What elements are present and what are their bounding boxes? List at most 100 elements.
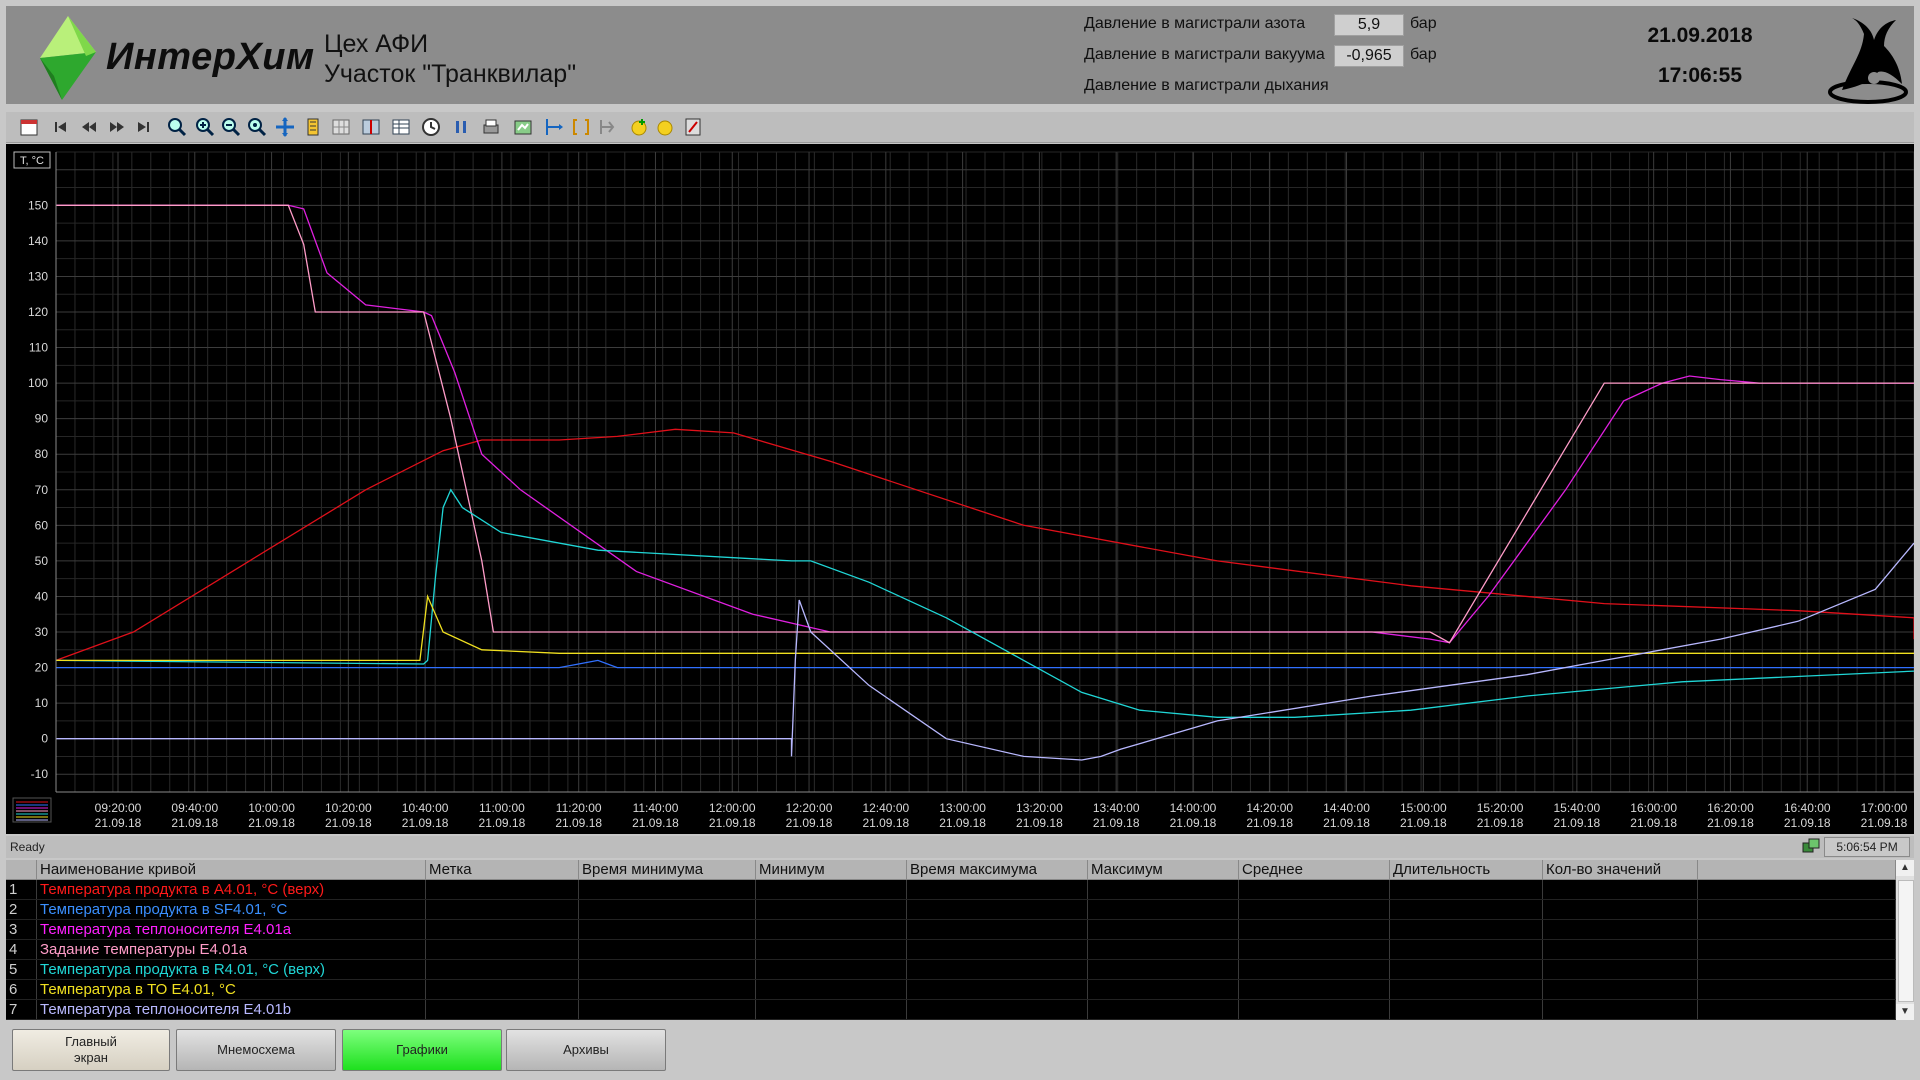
row-index: 2	[6, 899, 37, 920]
stat-cell	[1087, 999, 1239, 1020]
mnemonic-scheme-button[interactable]: Мнемосхема	[176, 1029, 336, 1071]
stat-cell	[1238, 959, 1390, 980]
zoom-in-icon[interactable]	[194, 116, 216, 138]
curve-name[interactable]: Температура продукта в А4.01, °С (верх)	[36, 879, 426, 900]
vacuum-pressure-label: Давление в магистрали вакуума	[1084, 46, 1325, 63]
y-tick-label: 60	[35, 518, 49, 532]
stat-cell	[1389, 899, 1543, 920]
stat-cell	[578, 919, 756, 940]
y-tick-label: 150	[28, 198, 48, 212]
x-tick-date: 21.09.18	[555, 816, 602, 830]
y-scale-icon[interactable]	[302, 116, 324, 138]
print-icon[interactable]	[480, 116, 502, 138]
archives-button[interactable]: Архивы	[506, 1029, 666, 1071]
table-icon[interactable]	[390, 116, 412, 138]
scroll-up-icon[interactable]: ▲	[1896, 860, 1914, 876]
stat-cell	[906, 999, 1088, 1020]
home-screen-button[interactable]: Главный экран	[12, 1029, 170, 1071]
stat-cell	[755, 939, 907, 960]
forward-icon[interactable]	[106, 116, 128, 138]
x-tick-date: 21.09.18	[402, 816, 449, 830]
table-row[interactable]: 7 Температура теплоносителя Е4.01b	[6, 999, 1896, 1020]
col-duration[interactable]: Длительность	[1389, 860, 1543, 880]
curve-name[interactable]: Температура теплоносителя Е4.01b	[36, 999, 426, 1020]
col-count[interactable]: Кол-во значений	[1542, 860, 1698, 880]
table-row[interactable]: 3 Температура теплоносителя Е4.01а	[6, 919, 1896, 940]
nitrogen-pressure-unit: бар	[1410, 15, 1437, 32]
stat-cell	[1542, 899, 1698, 920]
stat-cell	[1238, 979, 1390, 1000]
stat-cell	[1087, 979, 1239, 1000]
pan-icon[interactable]	[274, 116, 296, 138]
x-tick-date: 21.09.18	[1016, 816, 1063, 830]
settings-icon[interactable]	[682, 116, 704, 138]
status-ready: Ready	[10, 840, 45, 854]
charts-button[interactable]: Графики	[342, 1029, 502, 1071]
bracket-icon[interactable]	[570, 116, 592, 138]
table-row[interactable]: 1 Температура продукта в А4.01, °С (верх)	[6, 879, 1896, 900]
y-tick-label: 10	[35, 696, 49, 710]
x-tick-time: 11:20:00	[556, 801, 602, 815]
nitrogen-pressure-label: Давление в магистрали азота	[1084, 15, 1306, 32]
col-mark[interactable]: Метка	[425, 860, 579, 880]
pen-icon[interactable]	[654, 116, 676, 138]
calendar-icon[interactable]	[18, 116, 40, 138]
export-icon[interactable]	[512, 116, 534, 138]
company-emblem-icon	[1828, 18, 1908, 104]
curve-stats-table: Наименование кривой Метка Время минимума…	[6, 860, 1914, 1020]
trend-plot[interactable]: 1501401301201101009080706050403020100-10…	[6, 144, 1914, 834]
table-row[interactable]: 2 Температура продукта в SF4.01, °С	[6, 899, 1896, 920]
x-tick-date: 21.09.18	[248, 816, 295, 830]
last-icon[interactable]	[132, 116, 154, 138]
x-tick-date: 21.09.18	[1477, 816, 1524, 830]
col-index[interactable]	[6, 860, 37, 880]
x-tick-time: 14:00:00	[1170, 801, 1217, 815]
stat-cell	[906, 939, 1088, 960]
compare-icon[interactable]	[596, 116, 618, 138]
col-curve-name[interactable]: Наименование кривой	[36, 860, 426, 880]
x-tick-date: 21.09.18	[632, 816, 679, 830]
trend-chart[interactable]: 150 140 130 120 110 100 90 80 70 60 50 40 30 20 10 0 -10…	[6, 144, 1914, 834]
cursor-icon[interactable]	[360, 116, 382, 138]
stat-cell	[755, 899, 907, 920]
col-avg[interactable]: Среднее	[1238, 860, 1390, 880]
first-icon[interactable]	[50, 116, 72, 138]
grid-icon[interactable]	[330, 116, 352, 138]
table-row[interactable]: 4 Задание температуры Е4.01а	[6, 939, 1896, 960]
col-max[interactable]: Максимум	[1087, 860, 1239, 880]
add-pen-icon[interactable]	[628, 116, 650, 138]
zoom-fit-icon[interactable]	[246, 116, 268, 138]
col-min-time[interactable]: Время минимума	[578, 860, 756, 880]
row-index: 5	[6, 959, 37, 980]
pause-icon[interactable]	[450, 116, 472, 138]
ruler-icon[interactable]	[542, 116, 564, 138]
stat-cell	[906, 979, 1088, 1000]
x-tick-date: 21.09.18	[786, 816, 833, 830]
table-row[interactable]: 5 Температура продукта в R4.01, °С (верх)	[6, 959, 1896, 980]
pen-legend-icon[interactable]	[12, 797, 52, 823]
curve-name[interactable]: Задание температуры Е4.01а	[36, 939, 426, 960]
x-tick-time: 13:20:00	[1016, 801, 1063, 815]
x-tick-date: 21.09.18	[1400, 816, 1447, 830]
curve-name[interactable]: Температура продукта в R4.01, °С (верх)	[36, 959, 426, 980]
curve-name[interactable]: Температура теплоносителя Е4.01а	[36, 919, 426, 940]
curve-name[interactable]: Температура продукта в SF4.01, °С	[36, 899, 426, 920]
table-scrollbar[interactable]: ▲ ▼	[1896, 860, 1914, 1020]
zoom-out-icon[interactable]	[220, 116, 242, 138]
clock-icon[interactable]	[420, 116, 442, 138]
zoom-box-icon[interactable]	[166, 116, 188, 138]
rewind-icon[interactable]	[78, 116, 100, 138]
scroll-thumb[interactable]	[1898, 880, 1914, 1002]
stat-cell	[1087, 879, 1239, 900]
stat-cell	[1087, 939, 1239, 960]
scroll-down-icon[interactable]: ▼	[1896, 1004, 1914, 1020]
row-index: 6	[6, 979, 37, 1000]
table-row[interactable]: 6 Температура в ТО Е4.01, °С	[6, 979, 1896, 1000]
curve-name[interactable]: Температура в ТО Е4.01, °С	[36, 979, 426, 1000]
charts-label: Графики	[396, 1042, 448, 1057]
current-date: 21.09.2018	[1647, 24, 1753, 47]
col-max-time[interactable]: Время максимума	[906, 860, 1088, 880]
col-min[interactable]: Минимум	[755, 860, 907, 880]
stat-cell	[1542, 979, 1698, 1000]
scada-window: ИнтерХим Цех АФИ Участок "Транквилар" Да…	[0, 0, 1920, 1080]
